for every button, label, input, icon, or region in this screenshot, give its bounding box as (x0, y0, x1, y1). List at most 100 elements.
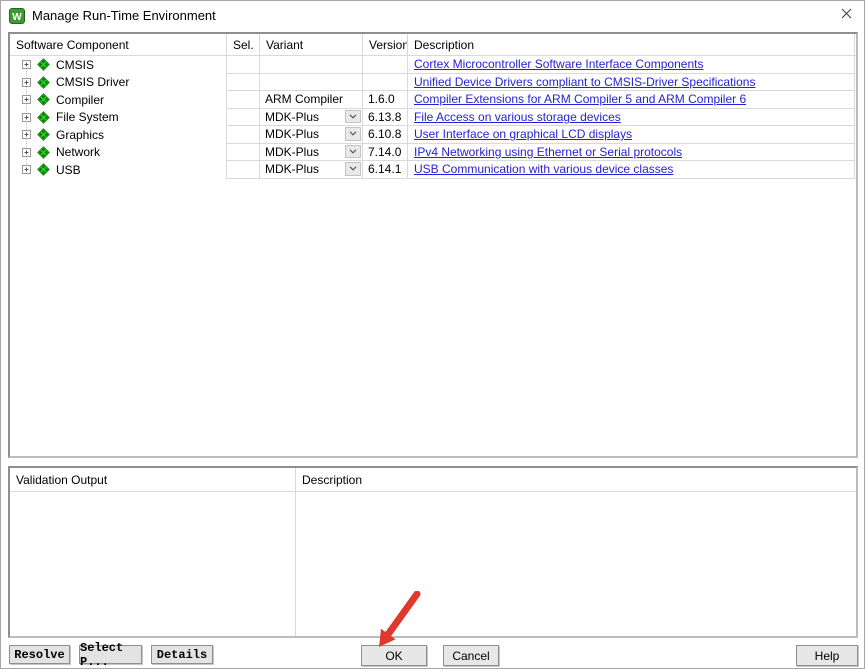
variant-cell: MDK-Plus (260, 144, 363, 162)
component-cell: File System (10, 109, 227, 127)
variant-cell: MDK-Plus (260, 161, 363, 179)
select-packs-button[interactable]: Select P... (79, 645, 142, 664)
column-header-version: Version (363, 34, 408, 56)
component-cell: Network (10, 144, 227, 162)
variant-dropdown-button[interactable] (345, 127, 361, 141)
version-cell: 6.14.1 (363, 161, 408, 179)
variant-dropdown-button[interactable] (345, 162, 361, 176)
component-diamond-icon (37, 76, 50, 89)
variant-value: MDK-Plus (265, 145, 319, 159)
row-filler (855, 74, 856, 92)
sel-cell (227, 56, 260, 74)
component-cell: Graphics (10, 126, 227, 144)
description-link[interactable]: Unified Device Drivers compliant to CMSI… (414, 75, 755, 89)
column-header-filler (855, 34, 856, 56)
sel-cell (227, 161, 260, 179)
component-label: Network (56, 145, 100, 159)
variant-cell: MDK-Plus (260, 109, 363, 127)
component-diamond-icon (37, 93, 50, 106)
row-filler (855, 91, 856, 109)
variant-value: ARM Compiler (265, 92, 343, 106)
expand-plus-icon[interactable] (22, 130, 31, 139)
help-button[interactable]: Help (796, 645, 858, 666)
component-row[interactable]: CMSIS Cortex Microcontroller Software In… (10, 56, 856, 74)
description-link[interactable]: IPv4 Networking using Ethernet or Serial… (414, 145, 682, 159)
details-button[interactable]: Details (151, 645, 213, 664)
component-cell: CMSIS (10, 56, 227, 74)
component-label: CMSIS Driver (56, 75, 129, 89)
version-cell (363, 56, 408, 74)
expand-plus-icon[interactable] (22, 78, 31, 87)
description-link[interactable]: File Access on various storage devices (414, 110, 621, 124)
description-cell: Cortex Microcontroller Software Interfac… (408, 56, 855, 74)
component-diamond-icon (37, 58, 50, 71)
expand-plus-icon[interactable] (22, 148, 31, 157)
component-diamond-icon (37, 146, 50, 159)
ok-button[interactable]: OK (361, 645, 427, 666)
manage-rte-dialog: { "window": { "title": "Manage Run-Time … (0, 0, 865, 669)
component-diamond-icon (37, 128, 50, 141)
component-row[interactable]: File System MDK-Plus 6.13.8 File Access … (10, 109, 856, 127)
description-cell: File Access on various storage devices (408, 109, 855, 127)
close-icon[interactable] (837, 4, 855, 22)
description-cell: IPv4 Networking using Ethernet or Serial… (408, 144, 855, 162)
resolve-button[interactable]: Resolve (9, 645, 70, 664)
variant-value: MDK-Plus (265, 162, 319, 176)
chevron-down-icon (349, 114, 357, 119)
validation-output-body (10, 492, 295, 636)
version-cell: 6.13.8 (363, 109, 408, 127)
sel-cell (227, 91, 260, 109)
variant-cell: MDK-Plus (260, 126, 363, 144)
version-cell: 7.14.0 (363, 144, 408, 162)
expand-plus-icon[interactable] (22, 165, 31, 174)
sel-cell (227, 126, 260, 144)
row-filler (855, 126, 856, 144)
chevron-down-icon (349, 131, 357, 136)
column-header-software-component: Software Component (10, 34, 227, 56)
column-header-description: Description (408, 34, 855, 56)
component-label: CMSIS (56, 58, 94, 72)
column-header-variant: Variant (260, 34, 363, 56)
variant-dropdown-button[interactable] (345, 145, 361, 159)
description-link[interactable]: USB Communication with various device cl… (414, 162, 673, 176)
component-label: Compiler (56, 93, 104, 107)
description-link[interactable]: Cortex Microcontroller Software Interfac… (414, 57, 703, 71)
window-title: Manage Run-Time Environment (32, 8, 216, 23)
version-cell (363, 74, 408, 92)
validation-output-header: Validation Output (10, 468, 295, 492)
uvision-app-icon: W (9, 8, 25, 24)
column-header-sel: Sel. (227, 34, 260, 56)
expand-plus-icon[interactable] (22, 113, 31, 122)
variant-cell (260, 74, 363, 92)
chevron-down-icon (349, 149, 357, 154)
validation-description-body (295, 492, 856, 636)
component-rows: CMSIS Cortex Microcontroller Software In… (10, 56, 856, 179)
component-row[interactable]: CMSIS Driver Unified Device Drivers comp… (10, 74, 856, 92)
cancel-button[interactable]: Cancel (443, 645, 499, 666)
variant-cell (260, 56, 363, 74)
component-cell: USB (10, 161, 227, 179)
row-filler (855, 161, 856, 179)
row-filler (855, 56, 856, 74)
variant-dropdown-button[interactable] (345, 110, 361, 124)
component-row[interactable]: Network MDK-Plus 7.14.0 IPv4 Networking … (10, 144, 856, 162)
description-link[interactable]: Compiler Extensions for ARM Compiler 5 a… (414, 92, 746, 106)
description-cell: User Interface on graphical LCD displays (408, 126, 855, 144)
component-label: USB (56, 163, 81, 177)
version-cell: 1.6.0 (363, 91, 408, 109)
component-cell: CMSIS Driver (10, 74, 227, 92)
variant-value: MDK-Plus (265, 127, 319, 141)
component-row[interactable]: Compiler ARM Compiler 1.6.0 Compiler Ext… (10, 91, 856, 109)
row-filler (855, 144, 856, 162)
component-label: File System (56, 110, 119, 124)
component-row[interactable]: USB MDK-Plus 6.14.1 USB Communication wi… (10, 161, 856, 179)
description-link[interactable]: User Interface on graphical LCD displays (414, 127, 632, 141)
table-header: Software Component Sel. Variant Version … (10, 34, 856, 56)
component-row[interactable]: Graphics MDK-Plus 6.10.8 User Interface … (10, 126, 856, 144)
sel-cell (227, 109, 260, 127)
sel-cell (227, 74, 260, 92)
expand-plus-icon[interactable] (22, 60, 31, 69)
title-bar: W Manage Run-Time Environment (1, 1, 864, 30)
expand-plus-icon[interactable] (22, 95, 31, 104)
row-filler (855, 109, 856, 127)
